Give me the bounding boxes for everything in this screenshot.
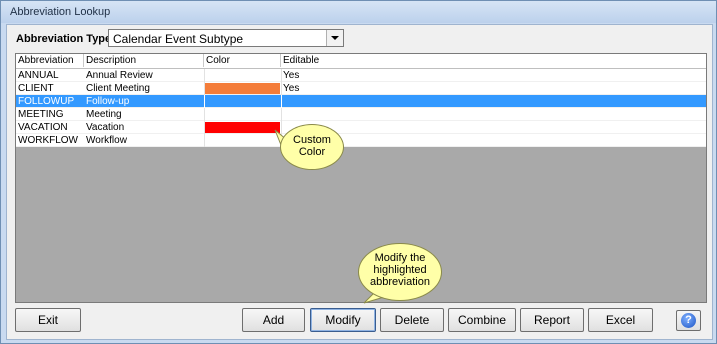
report-button[interactable]: Report — [520, 308, 584, 332]
help-button[interactable]: ? — [676, 310, 701, 331]
abbreviation-type-dropdown[interactable]: Calendar Event Subtype — [108, 29, 344, 47]
column-divider — [204, 108, 205, 121]
cell-description: Meeting — [86, 109, 122, 120]
cell-abbreviation: FOLLOWUP — [18, 96, 75, 107]
grid-header: Abbreviation Description Color Editable — [16, 54, 706, 69]
column-divider — [204, 69, 205, 82]
cell-abbreviation: ANNUAL — [18, 70, 59, 81]
callout-text-line: abbreviation — [370, 276, 430, 288]
column-divider — [204, 95, 205, 108]
window-content: Abbreviation Type: Calendar Event Subtyp… — [6, 24, 713, 340]
combine-button[interactable]: Combine — [448, 308, 516, 332]
table-row[interactable]: WORKFLOW Workflow — [16, 134, 706, 147]
table-row-selected[interactable]: FOLLOWUP Follow-up — [16, 95, 706, 108]
column-header-editable[interactable]: Editable — [281, 54, 706, 67]
color-swatch — [205, 122, 280, 133]
title-bar[interactable]: Abbreviation Lookup — [1, 1, 716, 23]
abbreviation-lookup-window: Abbreviation Lookup Abbreviation Type: C… — [0, 0, 717, 344]
modify-button[interactable]: Modify — [310, 308, 376, 332]
abbreviation-type-value: Calendar Event Subtype — [113, 32, 244, 46]
cell-editable: Yes — [283, 70, 300, 81]
cell-abbreviation: WORKFLOW — [18, 135, 78, 146]
table-row[interactable]: CLIENT Client Meeting Yes — [16, 82, 706, 95]
cell-editable — [281, 108, 381, 121]
column-header-description[interactable]: Description — [84, 54, 204, 67]
add-button[interactable]: Add — [242, 308, 305, 332]
custom-color-bubble: Custom Color — [280, 124, 344, 170]
callout-text-line: Modify the — [374, 252, 426, 264]
callout-text-line: Color — [298, 146, 326, 158]
cell-description: Annual Review — [86, 70, 153, 81]
cell-description: Vacation — [86, 122, 125, 133]
cell-description: Follow-up — [86, 96, 130, 107]
help-icon: ? — [681, 313, 696, 328]
abbreviation-type-label: Abbreviation Type: — [16, 33, 115, 45]
cell-abbreviation: CLIENT — [18, 83, 54, 94]
callout-text-line: highlighted — [373, 264, 427, 276]
exit-button[interactable]: Exit — [15, 308, 81, 332]
cell-description: Workflow — [86, 135, 127, 146]
excel-button[interactable]: Excel — [588, 308, 653, 332]
column-divider — [204, 134, 205, 147]
cell-editable — [281, 95, 381, 108]
custom-color-callout: Custom Color — [273, 122, 347, 172]
table-row[interactable]: MEETING Meeting — [16, 108, 706, 121]
window-title: Abbreviation Lookup — [10, 6, 111, 18]
dropdown-arrow-icon[interactable] — [326, 30, 343, 46]
color-swatch — [205, 83, 280, 94]
cell-editable: Yes — [283, 83, 300, 94]
cell-abbreviation: MEETING — [18, 109, 64, 120]
delete-button[interactable]: Delete — [380, 308, 444, 332]
cell-description: Client Meeting — [86, 83, 150, 94]
column-header-abbreviation[interactable]: Abbreviation — [16, 54, 84, 67]
column-header-color[interactable]: Color — [204, 54, 281, 67]
table-row[interactable]: ANNUAL Annual Review Yes — [16, 69, 706, 82]
callout-text-line: Custom — [293, 134, 331, 146]
cell-abbreviation: VACATION — [18, 122, 68, 133]
modify-bubble: Modify the highlighted abbreviation — [358, 243, 442, 301]
table-row[interactable]: VACATION Vacation — [16, 121, 706, 134]
